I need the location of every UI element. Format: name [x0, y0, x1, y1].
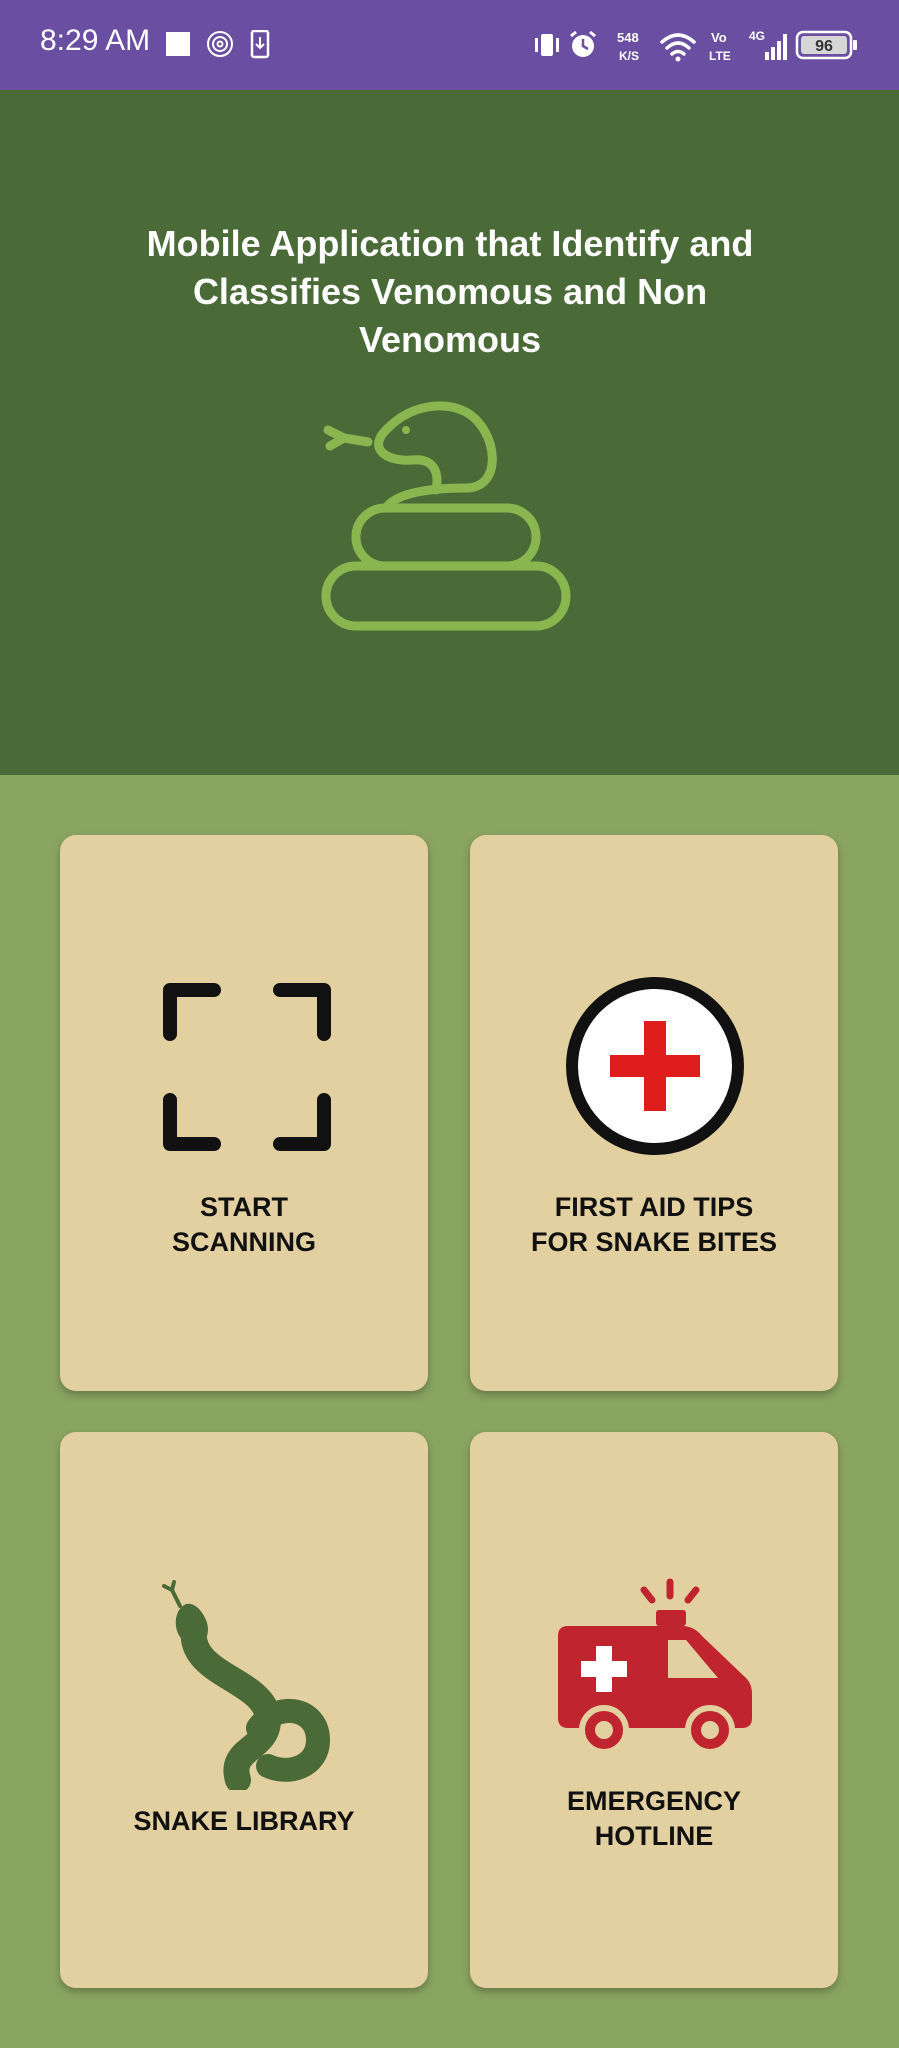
ambulance-icon	[558, 1578, 752, 1755]
scan-frame-icon	[163, 983, 331, 1151]
title-line-1: Mobile Application that Identify and	[146, 223, 754, 264]
net-speed-value: 548	[617, 30, 639, 45]
first-aid-cross-icon	[566, 977, 744, 1155]
status-left-icons	[166, 29, 276, 65]
volte-bottom: LTE	[709, 49, 731, 63]
snake-icon	[162, 1580, 331, 1790]
volte-top: Vo	[711, 30, 727, 45]
signal-icon	[765, 34, 787, 60]
snake-library-label: SNAKE LIBRARY	[133, 1806, 355, 1836]
status-bar: 8:29 AM 548 K/S Vo LTE 4G 96	[0, 0, 899, 90]
network-type: 4G	[749, 29, 765, 43]
emergency-hotline-label: EMERGENCY HOTLINE	[566, 1786, 742, 1851]
vibrate-icon	[535, 34, 559, 56]
start-scanning-card[interactable]: START SCANNING	[60, 835, 428, 1391]
fingerprint-icon	[207, 31, 233, 57]
first-aid-card[interactable]: FIRST AID TIPS FOR SNAKE BITES	[470, 835, 838, 1391]
app-title: Mobile Application that Identify and Cla…	[90, 220, 810, 364]
status-right-icons: 548 K/S Vo LTE 4G 96	[535, 22, 865, 70]
wifi-icon	[660, 33, 696, 56]
emergency-hotline-card[interactable]: EMERGENCY HOTLINE	[470, 1432, 838, 1988]
first-aid-label: FIRST AID TIPS FOR SNAKE BITES	[530, 1192, 778, 1257]
start-scanning-label: START SCANNING	[171, 1192, 316, 1257]
title-line-3: Venomous	[358, 319, 542, 360]
status-time: 8:29 AM	[40, 24, 151, 57]
app-header: Mobile Application that Identify and Cla…	[0, 90, 899, 775]
download-icon	[250, 29, 270, 59]
coiled-snake-icon	[316, 390, 576, 640]
square-notification-icon	[166, 32, 190, 56]
snake-library-card[interactable]: SNAKE LIBRARY	[60, 1432, 428, 1988]
alarm-icon	[570, 30, 596, 57]
title-line-2: Classifies Venomous and Non	[192, 271, 708, 312]
battery-level: 96	[815, 38, 833, 55]
net-speed-unit: K/S	[619, 49, 639, 63]
